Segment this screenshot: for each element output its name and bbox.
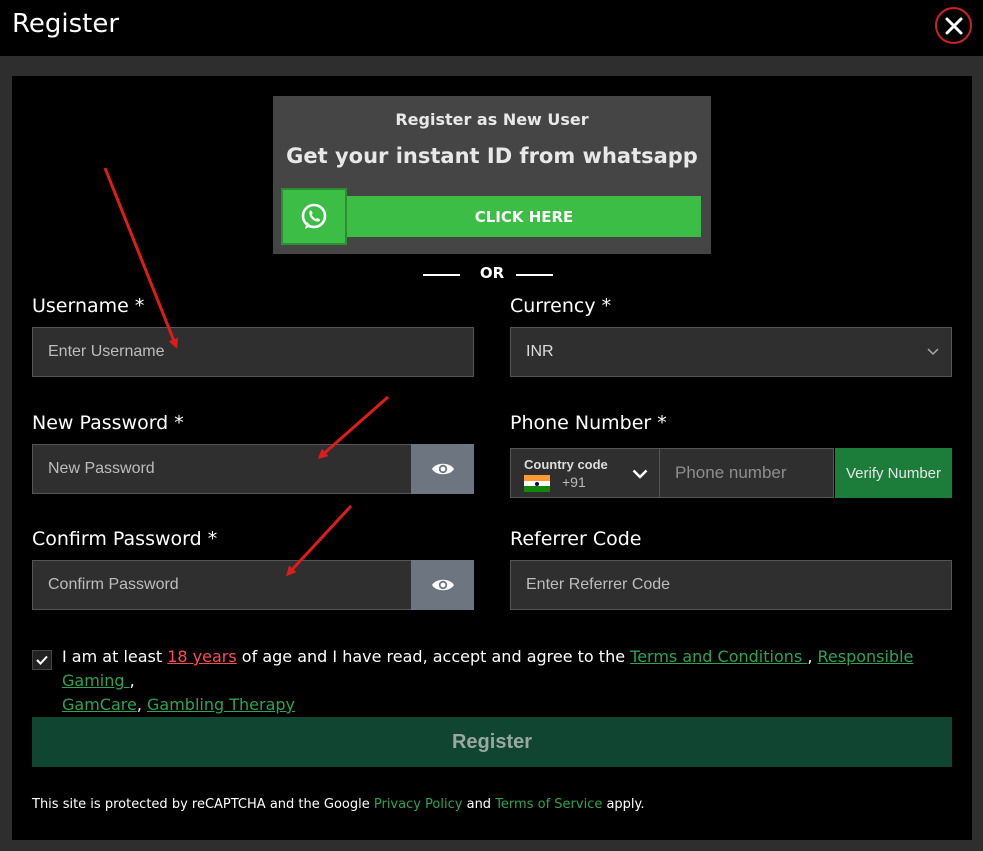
username-input[interactable] [32, 327, 474, 377]
phone-number-label: Phone Number * [510, 412, 667, 434]
recaptcha-text: and [462, 797, 496, 812]
agreement-text: I am at least 18 years of age and I have… [62, 645, 952, 717]
close-icon [945, 17, 962, 34]
privacy-policy-link[interactable]: Privacy Policy [374, 797, 463, 812]
agreement-text-part: I am at least [62, 647, 168, 666]
register-button[interactable]: Register [32, 717, 952, 767]
confirm-password-label: Confirm Password * [32, 528, 218, 550]
modal-header: Register [0, 0, 983, 56]
agreement-separator: , [807, 647, 818, 666]
whatsapp-icon [301, 203, 327, 229]
country-code-select[interactable]: Country code +91 [510, 448, 660, 498]
country-code-label: Country code [524, 457, 608, 472]
terms-and-conditions-link[interactable]: Terms and Conditions [630, 647, 807, 666]
verify-number-button[interactable]: Verify Number [835, 448, 952, 498]
gamcare-link[interactable]: GamCare [62, 695, 137, 714]
eye-icon [431, 463, 454, 475]
phone-number-group: Country code +91 Verify Number [510, 448, 952, 498]
whatsapp-icon-button[interactable] [281, 188, 347, 245]
whatsapp-subtitle: Register as New User [395, 110, 589, 129]
referrer-code-input[interactable] [510, 560, 952, 610]
whatsapp-register-box: Register as New User Get your instant ID… [273, 96, 711, 254]
confirm-password-input[interactable] [32, 560, 412, 610]
confirm-password-toggle-button[interactable] [411, 560, 474, 610]
whatsapp-headline: Get your instant ID from whatsapp [286, 144, 698, 168]
chevron-down-icon [632, 469, 648, 479]
recaptcha-notice: This site is protected by reCAPTCHA and … [32, 797, 645, 812]
country-code-value: +91 [562, 474, 586, 490]
india-flag-icon [524, 475, 550, 493]
close-button[interactable] [935, 7, 972, 44]
eye-icon [431, 579, 454, 591]
recaptcha-text: This site is protected by reCAPTCHA and … [32, 797, 374, 812]
or-divider-right-line [516, 274, 553, 276]
age-link[interactable]: 18 years [167, 647, 236, 666]
phone-number-input[interactable] [659, 448, 834, 498]
whatsapp-click-here-button[interactable]: CLICK HERE [347, 196, 701, 237]
agreement-separator: , [129, 671, 135, 690]
referrer-code-label: Referrer Code [510, 528, 642, 550]
new-password-label: New Password * [32, 412, 184, 434]
recaptcha-text: apply. [602, 797, 645, 812]
or-divider-text: OR [479, 264, 505, 282]
age-terms-checkbox[interactable] [32, 650, 52, 670]
agreement-separator: , [136, 695, 148, 714]
currency-label: Currency * [510, 295, 612, 317]
modal-title: Register [12, 9, 120, 39]
currency-selected-value: INR [526, 343, 554, 360]
gambling-therapy-link[interactable]: Gambling Therapy [147, 695, 295, 714]
agreement-text-part: of age and I have read, accept and agree… [236, 647, 631, 666]
chevron-down-icon [927, 348, 939, 356]
currency-select[interactable]: INR [510, 327, 952, 377]
terms-of-service-link[interactable]: Terms of Service [495, 797, 602, 812]
new-password-toggle-button[interactable] [411, 444, 474, 494]
check-icon [36, 655, 48, 665]
or-divider-left-line [423, 274, 460, 276]
username-label: Username * [32, 295, 145, 317]
new-password-input[interactable] [32, 444, 412, 494]
